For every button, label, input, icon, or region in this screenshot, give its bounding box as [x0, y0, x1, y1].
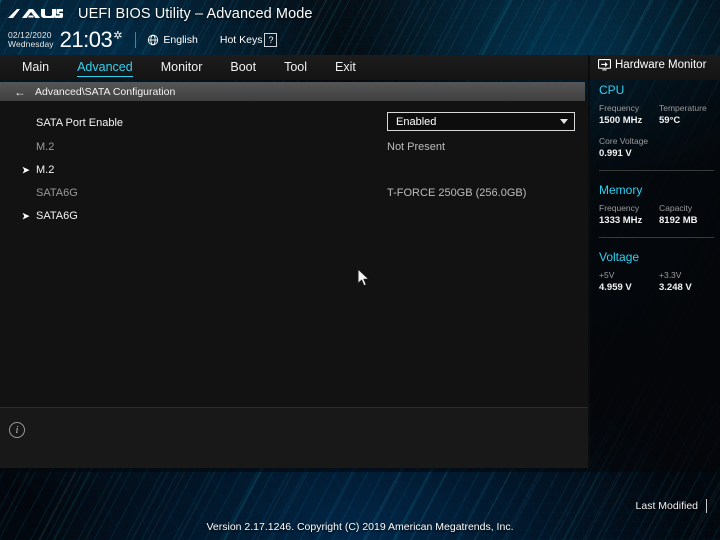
hw-metric: Capacity 8192 MB	[659, 203, 719, 226]
hw-metric: Core Voltage 0.991 V	[599, 136, 709, 159]
tab-main[interactable]: Main	[22, 60, 49, 75]
hotkeys-key-icon: ?	[264, 33, 278, 47]
tab-tool[interactable]: Tool	[284, 60, 307, 75]
system-clock: 21:03	[59, 27, 113, 52]
row-indent-spacer: ➤	[22, 189, 36, 198]
submenu-arrow-icon: ➤	[22, 210, 30, 221]
setting-label: SATA Port Enable	[36, 117, 124, 129]
hw-metric-value: 8192 MB	[659, 215, 698, 226]
hw-metric-group: Frequency 1500 MHz Temperature 59°C	[599, 103, 720, 126]
header-info-row: 02/12/2020 Wednesday 21:03 ✲ English Hot…	[0, 26, 278, 54]
hw-metric-group: Core Voltage 0.991 V	[599, 136, 720, 159]
hw-metric-value: 59°C	[659, 115, 681, 126]
hw-section-divider	[599, 170, 714, 171]
hw-metric-key: +3.3V	[659, 270, 682, 280]
hw-metric-group: Frequency 1333 MHz Capacity 8192 MB	[599, 203, 720, 226]
asus-logo-icon	[6, 6, 64, 23]
bios-screen: UEFI BIOS Utility – Advanced Mode 02/12/…	[0, 0, 720, 540]
breadcrumb[interactable]: ← Advanced\SATA Configuration	[0, 82, 585, 101]
globe-icon	[148, 34, 159, 46]
header-divider	[135, 32, 137, 48]
mouse-cursor	[357, 268, 370, 287]
monitor-icon	[598, 59, 611, 71]
setting-row[interactable]: ➤ M.2	[0, 159, 588, 181]
hw-metric-key: Core Voltage	[599, 136, 649, 146]
hw-metric: +3.3V 3.248 V	[659, 270, 719, 293]
header: UEFI BIOS Utility – Advanced Mode 02/12/…	[0, 0, 720, 55]
setting-row[interactable]: ➤ SATA6G	[0, 205, 588, 227]
tab-monitor[interactable]: Monitor	[161, 60, 203, 75]
language-label: English	[163, 34, 198, 46]
back-arrow-icon[interactable]: ←	[14, 86, 26, 98]
row-indent-spacer: ➤	[22, 143, 36, 152]
hw-metric: +5V 4.959 V	[599, 270, 659, 293]
system-date: 02/12/2020 Wednesday	[8, 31, 54, 49]
hw-section-title-cpu: CPU	[599, 83, 625, 97]
setting-label: M.2	[36, 164, 55, 176]
setting-value: T-FORCE 250GB (256.0GB)	[387, 187, 527, 199]
last-modified-button[interactable]: Last Modified	[636, 500, 698, 512]
hw-metric-key: Frequency	[599, 103, 640, 113]
hardware-monitor-label: Hardware Monitor	[615, 59, 707, 71]
last-modified-divider	[706, 499, 707, 513]
weekday-text: Wednesday	[8, 39, 54, 49]
setting-value: Not Present	[387, 141, 446, 153]
setting-label: M.2	[36, 141, 55, 153]
hw-metric-group: +5V 4.959 V +3.3V 3.248 V	[599, 270, 720, 293]
help-info-zone: i	[0, 408, 588, 468]
hw-metric: Frequency 1500 MHz	[599, 103, 659, 126]
panel-right-edge	[588, 55, 590, 468]
hw-metric-value: 1500 MHz	[599, 115, 643, 126]
setting-row: ➤SATA6G T-FORCE 250GB (256.0GB)	[0, 182, 588, 204]
hw-metric: Frequency 1333 MHz	[599, 203, 659, 226]
hardware-monitor-panel: Hardware Monitor CPU Frequency 1500 MHz Tem…	[595, 55, 720, 468]
chevron-down-icon[interactable]	[560, 119, 568, 124]
title-row: UEFI BIOS Utility – Advanced Mode	[0, 3, 313, 25]
hw-metric-key: Capacity	[659, 203, 693, 213]
hw-metric-value: 0.991 V	[599, 148, 632, 159]
tab-advanced[interactable]: Advanced	[77, 60, 133, 77]
submenu-arrow-icon: ➤	[22, 164, 30, 175]
gear-icon[interactable]: ✲	[113, 29, 122, 42]
info-icon[interactable]: i	[9, 422, 25, 438]
select-value: Enabled	[396, 115, 437, 128]
tab-exit[interactable]: Exit	[335, 60, 356, 75]
hw-metric: Temperature 59°C	[659, 103, 719, 126]
hw-metric-value: 1333 MHz	[599, 215, 643, 226]
tab-boot[interactable]: Boot	[230, 60, 256, 75]
hw-metric-key: Frequency	[599, 203, 640, 213]
settings-panel: ➤SATA Port EnableEnabled➤M.2Not Present➤…	[0, 101, 588, 408]
version-text: Version 2.17.1246. Copyright (C) 2019 Am…	[206, 521, 514, 533]
hotkeys-button[interactable]: Hot Keys ?	[220, 33, 278, 47]
hw-metric-key: Temperature	[659, 103, 707, 113]
hw-metric-value: 3.248 V	[659, 282, 692, 293]
setting-row[interactable]: ➤SATA Port Enable Enabled	[0, 112, 588, 134]
hw-section-title-voltage: Voltage	[599, 250, 640, 264]
setting-label: SATA6G	[36, 210, 78, 222]
hardware-monitor-title: Hardware Monitor	[598, 59, 720, 71]
hw-section-divider	[599, 237, 714, 238]
hw-metric-value: 4.959 V	[599, 282, 632, 293]
hotkeys-label: Hot Keys	[219, 34, 263, 46]
breadcrumb-path: Advanced\SATA Configuration	[35, 85, 176, 98]
hw-metric-key: +5V	[599, 270, 615, 280]
language-selector[interactable]: English	[147, 34, 198, 46]
row-indent-spacer: ➤	[22, 119, 36, 128]
setting-row: ➤M.2 Not Present	[0, 136, 588, 158]
page-title: UEFI BIOS Utility – Advanced Mode	[78, 6, 313, 22]
sata-port-enable-select[interactable]: Enabled	[387, 112, 575, 131]
hw-section-title-memory: Memory	[599, 183, 643, 197]
setting-label: SATA6G	[36, 187, 78, 199]
